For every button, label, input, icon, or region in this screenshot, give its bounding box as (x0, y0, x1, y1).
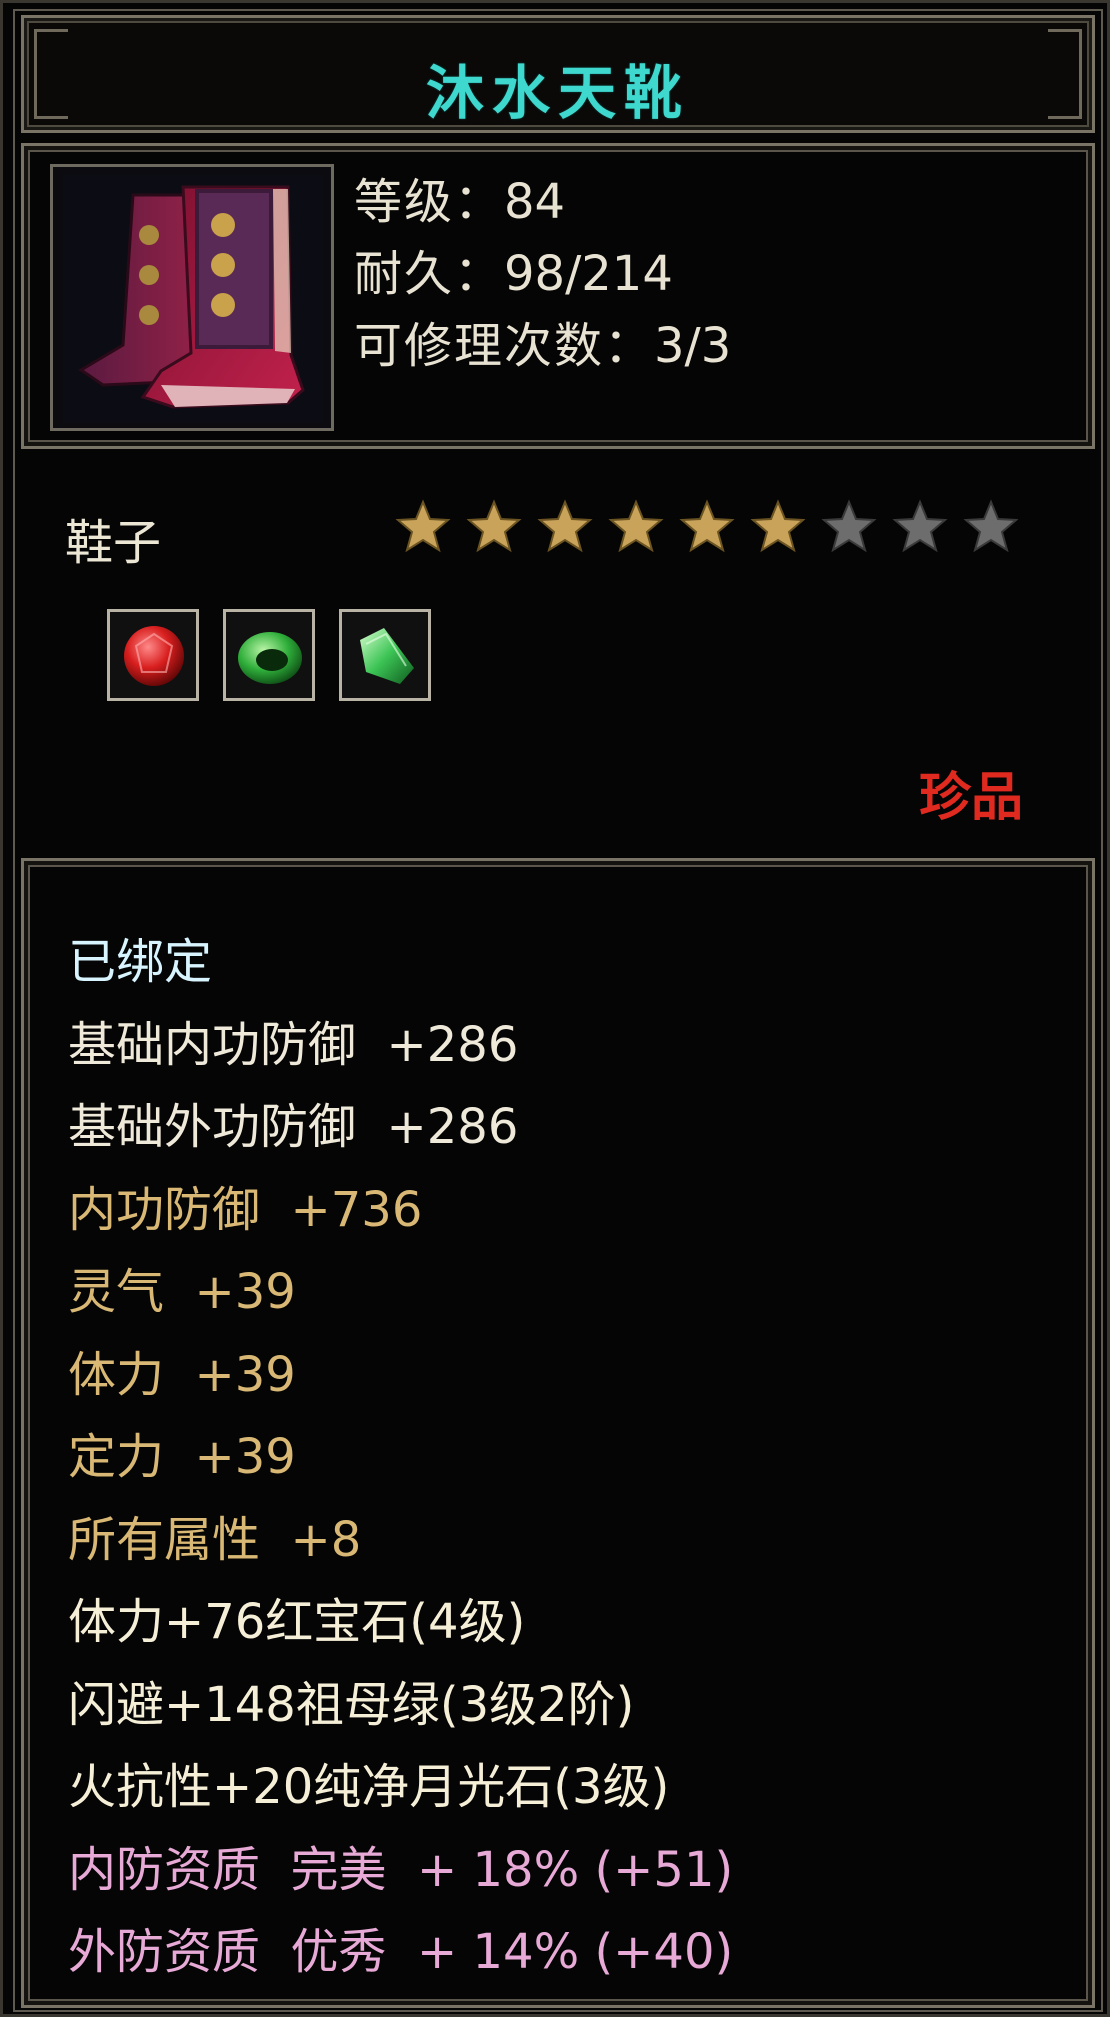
star-filled-icon (608, 499, 664, 553)
durability-label: 耐久： (354, 246, 505, 302)
durability-row: 耐久：98/214 (354, 238, 731, 310)
item-name: 沐水天靴 (425, 59, 690, 127)
attribute-line: 闪避+148祖母绿(3级2阶) (68, 1676, 635, 1733)
repair-value: 3/3 (654, 318, 732, 374)
attribute-line: 所有属性 +8 (68, 1511, 362, 1568)
level-row: 等级：84 (354, 166, 731, 238)
star-empty-icon (963, 499, 1019, 553)
boots-icon (63, 175, 323, 423)
attribute-list: 已绑定基础内功防御 +286 基础外功防御 +286 内功防御 +736 灵气 +39… (68, 921, 733, 1994)
item-stats: 等级：84 耐久：98/214 可修理次数：3/3 (354, 166, 731, 382)
item-tooltip: 沐水天靴 等级：84 耐久：98/214 可修理次数：3/3 鞋子 珍品 已绑定… (0, 0, 1110, 2017)
attributes-panel: 已绑定基础内功防御 +286 基础外功防御 +286 内功防御 +736 灵气 +39… (21, 858, 1095, 2008)
green-crystal-gem-icon (360, 628, 414, 684)
attribute-line: 灵气 +39 (68, 1264, 296, 1320)
star-filled-icon (679, 499, 735, 553)
repair-label: 可修理次数： (354, 318, 655, 374)
gem-slot-3[interactable] (339, 609, 431, 701)
star-filled-icon (395, 499, 451, 553)
attribute-line: 外防资质 优秀 + 14% (+40) (68, 1924, 734, 1980)
attribute-line: 内功防御 +736 (68, 1181, 423, 1238)
durability-value: 98/214 (504, 246, 673, 302)
red-ruby-gem-icon (124, 626, 184, 686)
star-empty-icon (892, 499, 948, 553)
title-bar: 沐水天靴 (21, 15, 1095, 133)
attribute-line: 定力 +39 (68, 1429, 296, 1485)
attribute-line: 体力+76红宝石(4级) (68, 1594, 526, 1650)
star-filled-icon (537, 499, 593, 553)
gem-slots (107, 609, 431, 701)
gem-slot-1[interactable] (107, 609, 199, 701)
level-label: 等级： (354, 174, 505, 230)
green-emerald-ring-gem-icon (238, 632, 302, 684)
star-rating (395, 499, 1019, 559)
attribute-line: 体力 +39 (68, 1346, 296, 1403)
rarity-label: 珍品 (918, 768, 1023, 828)
attribute-line: 已绑定 (68, 934, 213, 990)
item-icon-slot[interactable] (50, 164, 334, 431)
item-type: 鞋子 (65, 515, 162, 571)
repair-row: 可修理次数：3/3 (354, 310, 731, 382)
attribute-line: 内防资质 完美 + 18% (+51) (68, 1841, 734, 1898)
level-value: 84 (504, 174, 566, 230)
attribute-line: 火抗性+20纯净月光石(3级) (68, 1759, 670, 1815)
star-filled-icon (750, 499, 806, 553)
item-header-panel: 等级：84 耐久：98/214 可修理次数：3/3 (21, 143, 1095, 449)
star-filled-icon (466, 499, 522, 553)
attribute-line: 基础外功防御 +286 (68, 1099, 519, 1155)
gem-slot-2[interactable] (223, 609, 315, 701)
attribute-line: 基础内功防御 +286 (68, 1016, 519, 1073)
star-empty-icon (821, 499, 877, 553)
